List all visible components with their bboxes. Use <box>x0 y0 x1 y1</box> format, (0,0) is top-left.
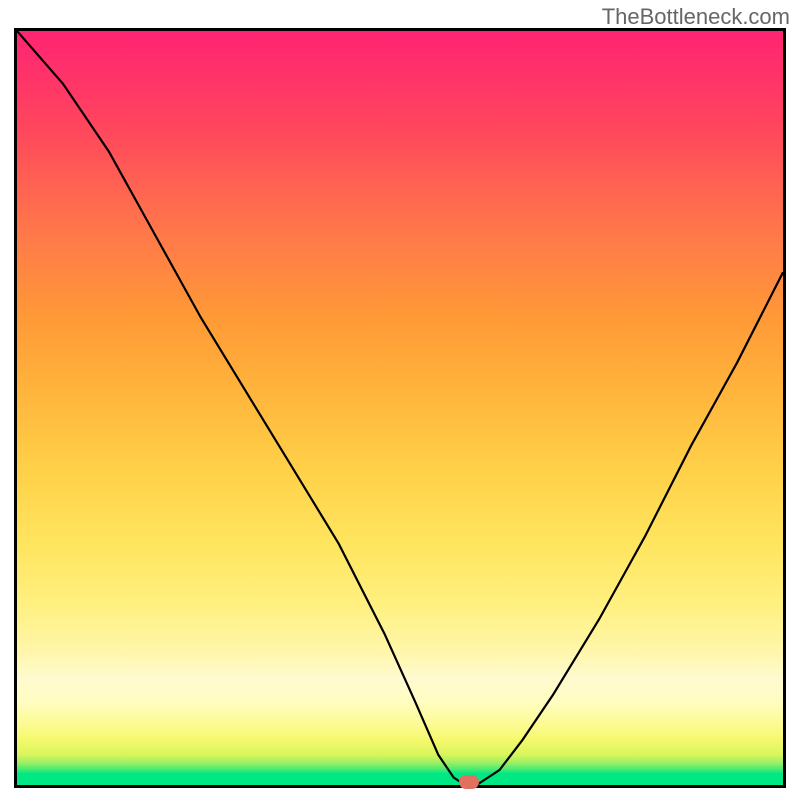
optimal-point-marker <box>459 775 479 789</box>
bottleneck-curve-line <box>17 31 783 785</box>
watermark-text: TheBottleneck.com <box>602 4 790 30</box>
chart-curve-svg <box>17 31 783 785</box>
chart-plot-area <box>14 28 786 788</box>
chart-container: TheBottleneck.com <box>0 0 800 800</box>
